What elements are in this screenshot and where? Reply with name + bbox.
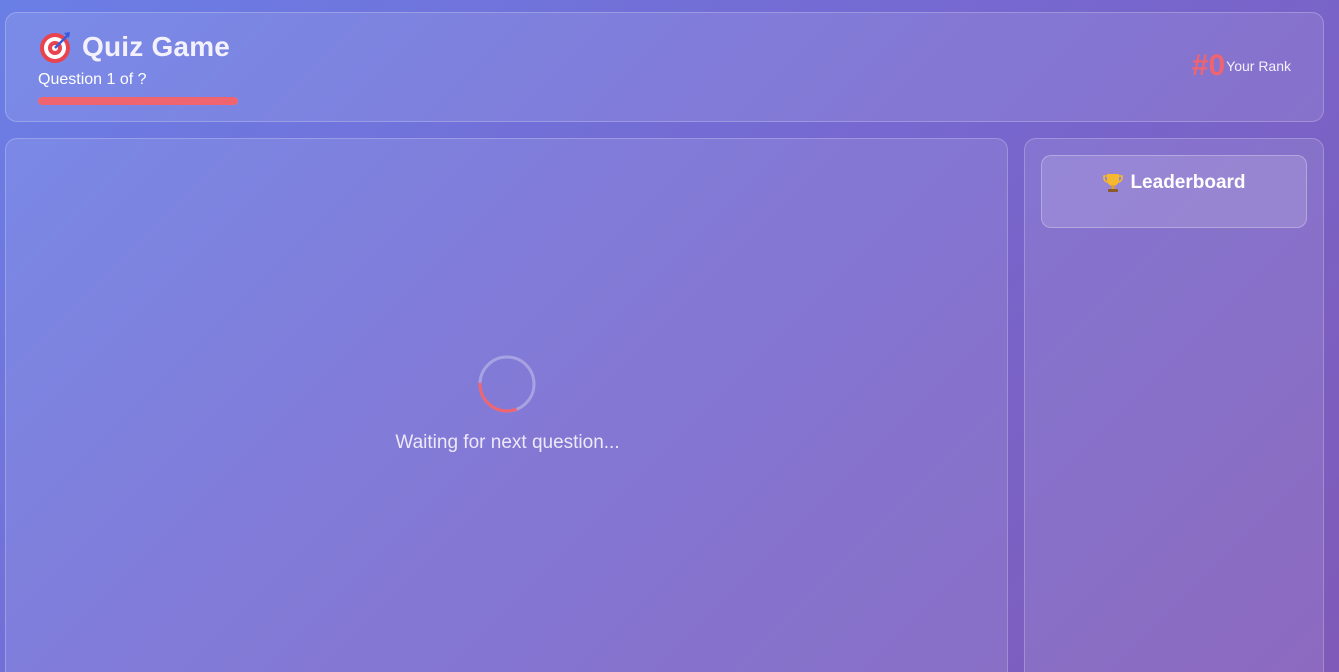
- question-counter: Question 1 of ?: [38, 71, 147, 88]
- target-icon: [38, 30, 72, 64]
- rank-value: #0: [1191, 49, 1226, 82]
- question-panel: Waiting for next question...: [5, 138, 1008, 672]
- waiting-message: Waiting for next question...: [395, 432, 620, 453]
- question-progress-bar: [38, 97, 238, 105]
- rank-display: #0 Your Rank: [1192, 49, 1291, 83]
- trophy-icon: [1102, 172, 1124, 194]
- leaderboard-title: Leaderboard: [1130, 172, 1246, 193]
- loading-spinner-icon: [478, 355, 536, 413]
- title-row: Quiz Game: [38, 29, 230, 65]
- quiz-header: Quiz Game Question 1 of ? #0 Your Rank: [5, 12, 1324, 122]
- leaderboard-panel: Leaderboard: [1024, 138, 1324, 672]
- question-progress-fill: [38, 97, 238, 105]
- leaderboard-header: Leaderboard: [1042, 172, 1306, 194]
- leaderboard-card: Leaderboard: [1041, 155, 1307, 228]
- page-title: Quiz Game: [82, 31, 231, 62]
- rank-label: Your Rank: [1226, 58, 1291, 74]
